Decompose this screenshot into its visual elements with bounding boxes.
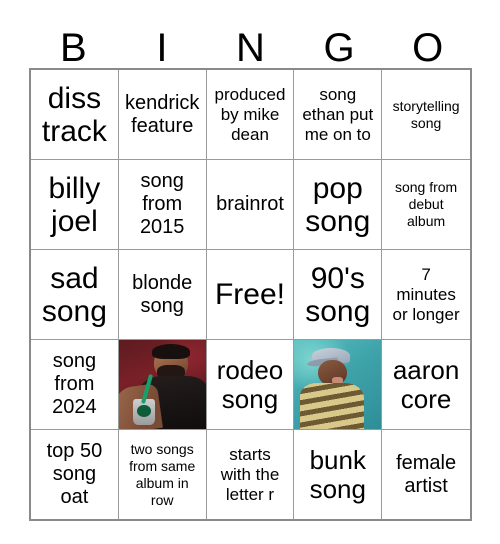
bingo-row: top 50 song oat two songs from same album… [31, 430, 470, 519]
bingo-cell-r3-c2[interactable]: blonde song [118, 250, 207, 339]
bingo-cell-free-space[interactable]: Free! [206, 250, 295, 339]
bingo-row: sad song blonde song Free! 90's song 7 minut… [31, 250, 470, 340]
bingo-cell-label: brainrot [216, 193, 284, 215]
photo-b-image [294, 340, 382, 429]
bingo-cell-label: female artist [396, 451, 457, 497]
bingo-cell-r4-c5[interactable]: aaron core [382, 340, 470, 429]
bingo-card: B I N G O diss track kendrick feature prod… [29, 14, 472, 521]
bingo-cell-label: diss track [41, 81, 107, 148]
header-letter-i: I [156, 26, 168, 70]
bingo-cell-label: pop song [305, 171, 371, 238]
bingo-cell-r3-c5[interactable]: 7 minutes or longer [382, 250, 470, 339]
bingo-cell-label: produced by mike dean [214, 84, 286, 144]
bingo-cell-r2-c2[interactable]: song from 2015 [118, 160, 207, 249]
bingo-cell-r3-c4[interactable]: 90's song [294, 250, 383, 339]
bingo-cell-r4-c3[interactable]: rodeo song [206, 340, 295, 429]
bingo-cell-label: bunk song [309, 444, 366, 504]
bingo-cell-label: two songs from same album in row [129, 440, 196, 508]
pa-cup-logo-shape [137, 404, 151, 417]
bingo-cell-r5-c4[interactable]: bunk song [294, 430, 383, 519]
bingo-cell-r2-c4[interactable]: pop song [294, 160, 383, 249]
bingo-cell-label: starts with the letter r [220, 444, 280, 504]
header-letter-n: N [236, 26, 265, 70]
bingo-cell-r5-c3[interactable]: starts with the letter r [206, 430, 295, 519]
bingo-cell-label: song from 2024 [52, 350, 97, 418]
bingo-cell-label: 7 minutes or longer [392, 264, 460, 324]
bingo-cell-r1-c1[interactable]: diss track [31, 70, 119, 159]
bingo-cell-label: top 50 song oat [46, 440, 103, 508]
bingo-cell-r3-c1[interactable]: sad song [31, 250, 119, 339]
bingo-row: song from 2024 rodeo song aaron core [31, 340, 470, 430]
bingo-cell-r2-c5[interactable]: song from debut album [382, 160, 470, 249]
pb-body-shape [299, 382, 364, 429]
bingo-cell-r2-c1[interactable]: billy joel [31, 160, 119, 249]
bingo-grid: diss track kendrick feature produced by mi… [29, 68, 472, 521]
header-letter-b: B [59, 26, 87, 70]
bingo-row: billy joel song from 2015 brainrot pop song… [31, 160, 470, 250]
bingo-cell-label: storytelling song [392, 97, 460, 131]
bingo-cell-label: sad song [41, 261, 107, 328]
bingo-cell-r1-c4[interactable]: song ethan put me on to [294, 70, 383, 159]
bingo-cell-label: blonde song [132, 271, 193, 317]
bingo-cell-r5-c5[interactable]: female artist [382, 430, 470, 519]
bingo-cell-label: 90's song [305, 261, 371, 328]
bingo-cell-label: song from 2015 [139, 170, 185, 238]
bingo-cell-label: billy joel [48, 171, 101, 238]
bingo-cell-r5-c1[interactable]: top 50 song oat [31, 430, 119, 519]
bingo-cell-label: aaron core [392, 354, 460, 414]
bingo-cell-r1-c5[interactable]: storytelling song [382, 70, 470, 159]
bingo-cell-r2-c3[interactable]: brainrot [206, 160, 295, 249]
bingo-cell-r4-c1[interactable]: song from 2024 [31, 340, 119, 429]
bingo-cell-r1-c3[interactable]: produced by mike dean [206, 70, 295, 159]
bingo-cell-photo-r4-c2[interactable] [118, 340, 207, 429]
bingo-cell-label: song from debut album [394, 179, 458, 229]
bingo-row: diss track kendrick feature produced by mi… [31, 70, 470, 160]
bingo-cell-r5-c2[interactable]: two songs from same album in row [118, 430, 207, 519]
header-letter-o: O [412, 26, 444, 70]
bingo-cell-label: kendrick feature [124, 91, 200, 137]
header-letter-g: G [323, 26, 355, 70]
bingo-cell-label: song ethan put me on to [302, 84, 374, 144]
bingo-header-row: B I N G O [29, 14, 472, 68]
bingo-cell-photo-r4-c4[interactable] [294, 340, 383, 429]
bingo-cell-label: Free! [214, 278, 285, 311]
bingo-cell-r1-c2[interactable]: kendrick feature [118, 70, 207, 159]
photo-a-image [118, 340, 206, 429]
bingo-cell-label: rodeo song [216, 354, 284, 414]
pa-hair-shape [151, 343, 190, 359]
